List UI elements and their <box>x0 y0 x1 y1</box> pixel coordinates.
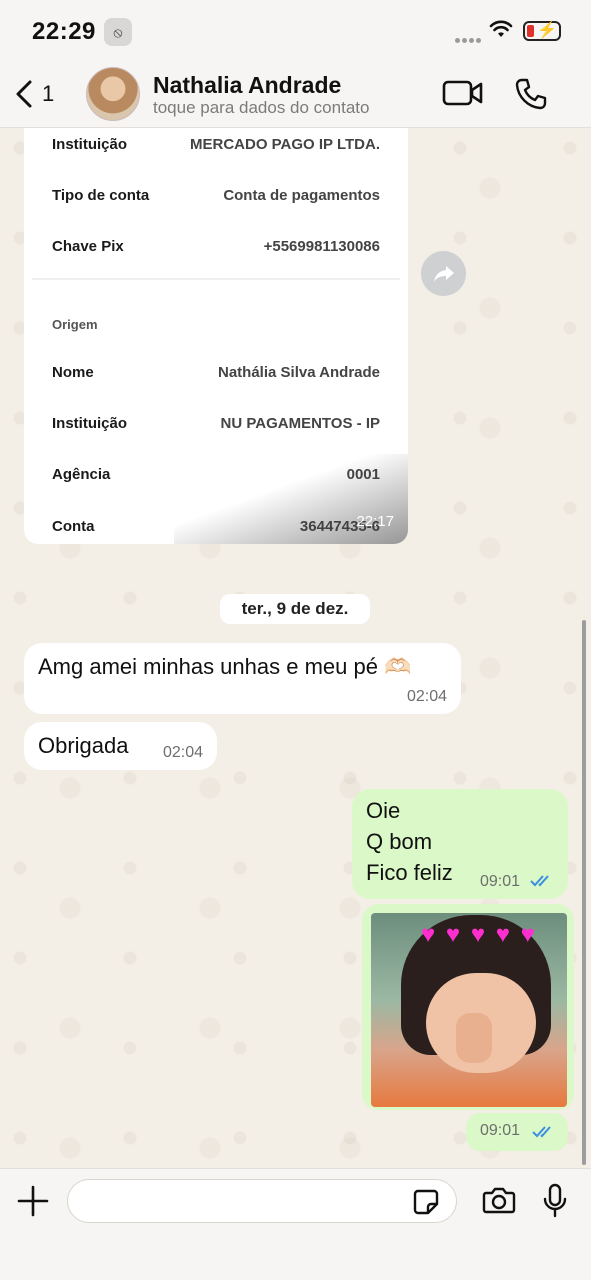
receipt-value: NU PAGAMENTOS - IP <box>220 415 380 432</box>
contact-name[interactable]: Nathalia Andrade <box>153 72 341 99</box>
receipt-label: Tipo de conta <box>52 187 150 204</box>
read-receipt-icon <box>530 875 549 887</box>
receipt-label: Instituição <box>52 415 128 432</box>
forward-icon <box>433 265 454 282</box>
receipt-label: Chave Pix <box>52 238 124 255</box>
message-time: 09:01 <box>480 1122 521 1139</box>
wifi-icon <box>489 20 513 37</box>
message-time: 02:04 <box>406 688 447 705</box>
phone-call-icon[interactable] <box>514 77 548 111</box>
receipt-row: Instituição MERCADO PAGO IP LTDA. <box>52 136 380 153</box>
status-bar: 22:29 ⦸ ⚡ <box>0 0 591 60</box>
avatar[interactable] <box>86 67 140 121</box>
receipt-value: Nathália Silva Andrade <box>218 364 380 381</box>
receipt-label: Conta <box>52 518 95 535</box>
message-time: 02:04 <box>162 744 203 761</box>
message-time: 22:17 <box>356 513 394 530</box>
receipt-row: Nome Nathália Silva Andrade <box>52 364 380 381</box>
status-time: 22:29 <box>32 18 96 45</box>
nfc-icon: ⦸ <box>104 18 132 46</box>
image-shade <box>174 454 408 544</box>
message-input[interactable] <box>67 1179 457 1223</box>
receipt-value: MERCADO PAGO IP LTDA. <box>189 136 380 153</box>
receipt-label: Instituição <box>52 136 128 153</box>
incoming-message[interactable]: Amg amei minhas unhas e meu pé 🫶🏻 02:04 <box>24 643 461 714</box>
sticker-icon[interactable] <box>413 1189 439 1215</box>
input-bar <box>0 1168 591 1280</box>
message-time: 09:01 <box>480 873 521 890</box>
message-text: Amg amei minhas unhas e meu pé 🫶🏻 <box>38 654 412 679</box>
message-text: Obrigada <box>38 733 129 758</box>
receipt-label: Agência <box>52 466 111 483</box>
receipt-row: Instituição NU PAGAMENTOS - IP <box>52 415 380 432</box>
chevron-left-icon <box>16 80 32 108</box>
image-time-badge: 09:01 <box>466 1113 568 1151</box>
receipt-label: Nome <box>52 364 94 381</box>
receipt-value: +5569981130086 <box>263 238 380 255</box>
contact-subtitle[interactable]: toque para dados do contato <box>153 98 369 118</box>
receipt-image-message[interactable]: Instituição MERCADO PAGO IP LTDA. Tipo d… <box>24 128 408 544</box>
battery-icon: ⚡ <box>523 21 561 41</box>
date-separator: ter., 9 de dez. <box>220 594 370 624</box>
receipt-row: Tipo de conta Conta de pagamentos <box>52 187 380 204</box>
sticker-photo[interactable]: ♥ ♥ ♥ ♥ ♥ <box>371 913 567 1107</box>
receipt-divider <box>32 278 400 280</box>
chat-header: 1 Nathalia Andrade toque para dados do c… <box>0 60 591 128</box>
outgoing-image-message[interactable]: ♥ ♥ ♥ ♥ ♥ <box>362 904 574 1110</box>
forward-button[interactable] <box>421 251 466 296</box>
cellular-signal-icon <box>455 30 483 48</box>
outgoing-message[interactable]: Oie Q bom Fico feliz 09:01 <box>352 789 568 899</box>
plus-icon[interactable] <box>16 1184 50 1218</box>
camera-icon[interactable] <box>482 1185 516 1215</box>
hearts-overlay-icon: ♥ ♥ ♥ ♥ ♥ <box>421 921 537 948</box>
incoming-message[interactable]: Obrigada 02:04 <box>24 722 217 770</box>
receipt-section-title: Origem <box>52 317 98 332</box>
receipt-value: Conta de pagamentos <box>223 187 380 204</box>
unread-count: 1 <box>42 81 55 106</box>
microphone-icon[interactable] <box>542 1183 568 1219</box>
back-button[interactable]: 1 <box>14 76 54 112</box>
read-receipt-icon <box>532 1126 551 1138</box>
scrollbar[interactable] <box>582 620 586 1165</box>
receipt-row: Chave Pix +5569981130086 <box>52 238 380 255</box>
message-text: Oie Q bom Fico feliz <box>366 798 453 885</box>
video-call-icon[interactable] <box>442 78 484 108</box>
